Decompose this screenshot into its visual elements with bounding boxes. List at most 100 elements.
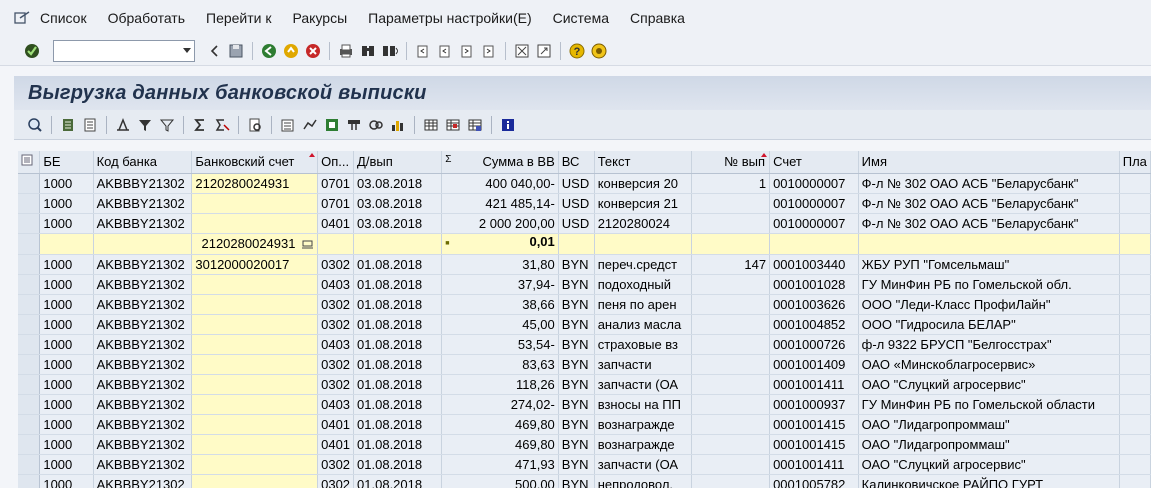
cell-sum-subtotal[interactable]: ■ 0,01 xyxy=(441,233,559,255)
cell-account[interactable]: 3012000020017 xyxy=(191,254,319,275)
row-selector[interactable] xyxy=(18,173,41,194)
chevron-down-icon[interactable] xyxy=(183,47,191,53)
cell-account[interactable] xyxy=(191,354,319,375)
next-page-icon[interactable] xyxy=(457,41,477,61)
cell-text[interactable]: переч.средст xyxy=(594,254,693,275)
spreadsheet-icon[interactable] xyxy=(322,115,342,135)
column-header-gl-account[interactable]: Счет xyxy=(769,151,859,174)
set-filter-icon[interactable] xyxy=(157,115,177,135)
cell-account[interactable] xyxy=(191,374,319,395)
cell-name[interactable]: Ф-л № 302 ОАО АСБ "Беларусбанк" xyxy=(858,193,1120,214)
cell-text[interactable]: конверсия 21 xyxy=(594,193,693,214)
cell-currency[interactable]: USD xyxy=(558,193,595,214)
row-selector[interactable] xyxy=(18,274,41,295)
cell-name[interactable]: ОАО "Лидагропроммаш" xyxy=(858,414,1120,435)
cell-name[interactable]: ф-л 9322 БРУСП "Белгосстрах" xyxy=(858,334,1120,355)
cell-payment[interactable] xyxy=(1119,434,1151,455)
cell-date[interactable]: 01.08.2018 xyxy=(353,434,443,455)
cell-account[interactable] xyxy=(191,434,319,455)
cell-account[interactable] xyxy=(191,274,319,295)
table-row[interactable]: 1000 AKBBBY21302 2120280024931 0701 03.0… xyxy=(18,173,1151,194)
cell-op[interactable]: 0302 xyxy=(317,314,355,335)
cell-bank[interactable]: AKBBBY21302 xyxy=(93,454,193,475)
find-icon[interactable] xyxy=(358,41,378,61)
sum-icon[interactable] xyxy=(190,115,210,135)
previous-page-icon[interactable] xyxy=(435,41,455,61)
cell-be[interactable]: 1000 xyxy=(39,254,94,275)
cell-bank[interactable]: AKBBBY21302 xyxy=(93,414,193,435)
cell-be[interactable]: 1000 xyxy=(39,474,94,488)
cell-gl-account[interactable]: 0001001411 xyxy=(769,374,859,395)
menu-list-icon[interactable] xyxy=(12,10,32,26)
cell-payment[interactable] xyxy=(1119,354,1151,375)
cell-sum[interactable]: 274,02- xyxy=(441,394,559,415)
cell-op[interactable]: 0401 xyxy=(317,213,355,234)
cell-gl-account[interactable]: 0001003440 xyxy=(769,254,859,275)
column-header-name[interactable]: Имя xyxy=(858,151,1120,174)
export-icon[interactable] xyxy=(278,115,298,135)
menu-settings[interactable]: Параметры настройки(E) xyxy=(368,10,531,26)
cell-sum[interactable]: 469,80 xyxy=(441,414,559,435)
cell-payment[interactable] xyxy=(1119,454,1151,475)
column-header-currency[interactable]: ВС xyxy=(558,151,595,174)
column-header-date[interactable]: Д/вып xyxy=(353,151,443,174)
cell-sum[interactable]: 38,66 xyxy=(441,294,559,315)
cell-gl-account[interactable]: 0001000726 xyxy=(769,334,859,355)
cell-sum[interactable]: 469,80 xyxy=(441,434,559,455)
cell-be[interactable]: 1000 xyxy=(39,414,94,435)
cell-statement-number[interactable] xyxy=(691,354,771,375)
menu-goto[interactable]: Перейти к xyxy=(206,10,272,26)
row-selector[interactable] xyxy=(18,294,41,315)
cell-bank[interactable]: AKBBBY21302 xyxy=(93,213,193,234)
table-row[interactable]: 1000 AKBBBY21302 0401 01.08.2018 469,80 … xyxy=(18,434,1151,455)
row-selector[interactable] xyxy=(18,193,41,214)
table-row[interactable]: 1000 AKBBBY21302 0302 01.08.2018 83,63 B… xyxy=(18,354,1151,375)
cell-gl-account[interactable]: 0001005782 xyxy=(769,474,859,488)
cell-sum[interactable]: 2 000 200,00 xyxy=(441,213,559,234)
cell-op[interactable]: 0701 xyxy=(317,193,355,214)
cell-payment[interactable] xyxy=(1119,193,1151,214)
cell-account[interactable] xyxy=(191,314,319,335)
cell-statement-number[interactable]: 147 xyxy=(691,254,771,275)
filter-icon[interactable] xyxy=(135,115,155,135)
cell-bank[interactable]: AKBBBY21302 xyxy=(93,294,193,315)
cell-currency[interactable]: BYN xyxy=(558,314,595,335)
cell-be[interactable]: 1000 xyxy=(39,354,94,375)
graphic-icon[interactable] xyxy=(388,115,408,135)
cell-account[interactable] xyxy=(191,193,319,214)
cell-date[interactable]: 01.08.2018 xyxy=(353,254,443,275)
cell-sum[interactable]: 37,94- xyxy=(441,274,559,295)
cell-account[interactable]: 2120280024931 xyxy=(191,173,319,194)
menu-edit[interactable]: Обработать xyxy=(108,10,185,26)
row-selector[interactable] xyxy=(18,334,41,355)
cell-text[interactable]: конверсия 20 xyxy=(594,173,693,194)
cell-sum[interactable]: 45,00 xyxy=(441,314,559,335)
cell-account[interactable] xyxy=(191,454,319,475)
cell-currency[interactable]: USD xyxy=(558,213,595,234)
change-layout-icon[interactable] xyxy=(421,115,441,135)
cell-account-subtotal[interactable]: 2120280024931 xyxy=(191,233,319,255)
cell-account[interactable] xyxy=(191,213,319,234)
cell-text[interactable]: пеня по арен xyxy=(594,294,693,315)
cell-be[interactable]: 1000 xyxy=(39,173,94,194)
cell-gl-account[interactable]: 0010000007 xyxy=(769,213,859,234)
cell-bank[interactable]: AKBBBY21302 xyxy=(93,193,193,214)
cell-name[interactable]: ГУ МинФин РБ по Гомельской области xyxy=(858,394,1120,415)
cell-text[interactable]: подоходный xyxy=(594,274,693,295)
cell-gl-account[interactable]: 0001001409 xyxy=(769,354,859,375)
cell-payment[interactable] xyxy=(1119,334,1151,355)
column-header-text[interactable]: Текст xyxy=(594,151,693,174)
cell-date[interactable]: 01.08.2018 xyxy=(353,474,443,488)
cell-be[interactable]: 1000 xyxy=(39,193,94,214)
cell-name[interactable]: ОАО "Слуцкий агросервис" xyxy=(858,374,1120,395)
cell-date[interactable]: 01.08.2018 xyxy=(353,414,443,435)
cell-text[interactable]: страховые вз xyxy=(594,334,693,355)
cell-currency[interactable]: BYN xyxy=(558,474,595,488)
cell-bank[interactable]: AKBBBY21302 xyxy=(93,334,193,355)
table-row[interactable]: 1000 AKBBBY21302 3012000020017 0302 01.0… xyxy=(18,254,1151,275)
cell-date[interactable]: 01.08.2018 xyxy=(353,314,443,335)
information-icon[interactable] xyxy=(498,115,518,135)
find-next-icon[interactable] xyxy=(380,41,400,61)
row-selector[interactable] xyxy=(18,414,41,435)
help-icon[interactable]: ? xyxy=(567,41,587,61)
